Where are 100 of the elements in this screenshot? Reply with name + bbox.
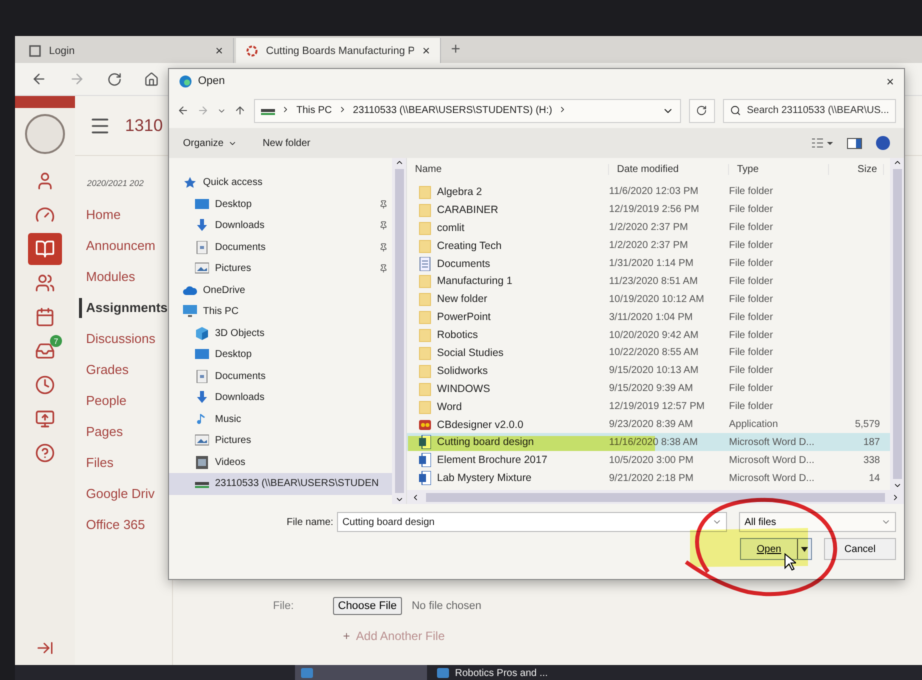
type-cell-text: File folder bbox=[729, 276, 774, 287]
folder-tree-item[interactable]: Documents bbox=[169, 236, 392, 258]
file-row[interactable]: Word 12/19/2019 12:57 PM File folder bbox=[407, 398, 890, 416]
file-row[interactable]: comlit 1/2/2020 2:37 PM File folder bbox=[407, 218, 890, 237]
file-row[interactable]: CBdesigner v2.0.0 9/23/2020 8:39 AM Application 5,579 bbox=[407, 416, 890, 434]
file-row[interactable]: Element Brochure 2017 10/5/2020 3:00 PM Microsoft Word D... 338 bbox=[407, 451, 890, 470]
course-nav-link[interactable]: Files bbox=[79, 453, 172, 473]
file-row[interactable]: Social Studies 10/22/2020 8:55 AM File folder bbox=[407, 344, 890, 362]
folder-tree-item[interactable]: Downloads bbox=[169, 387, 392, 408]
taskbar-item[interactable]: Robotics Pros and ... bbox=[431, 665, 563, 680]
scroll-up-icon[interactable] bbox=[394, 158, 404, 167]
course-nav-link[interactable]: Office 365 bbox=[79, 515, 172, 535]
folder-tree-item[interactable]: 23110533 (\\BEAR\USERS\STUDEN bbox=[169, 473, 392, 494]
course-nav-link[interactable]: Announcem bbox=[79, 236, 172, 256]
organize-menu[interactable]: Organize bbox=[183, 138, 237, 148]
search-field[interactable]: Search 23110533 (\\BEAR\US... bbox=[722, 98, 896, 122]
file-row[interactable]: Creating Tech 1/2/2020 2:37 PM File folder bbox=[407, 236, 890, 255]
course-nav-link[interactable]: Home bbox=[79, 205, 172, 225]
browser-logo-icon bbox=[179, 74, 192, 88]
course-nav-link[interactable]: Discussions bbox=[79, 329, 172, 349]
refresh-button[interactable] bbox=[688, 98, 715, 122]
brand-bar bbox=[15, 96, 75, 108]
refresh-icon[interactable] bbox=[107, 72, 122, 86]
horizontal-scrollbar[interactable] bbox=[407, 490, 904, 504]
folder-tree-item[interactable]: Desktop bbox=[169, 344, 392, 366]
preview-pane-icon[interactable] bbox=[847, 138, 862, 148]
choose-file-button[interactable]: Choose File bbox=[333, 597, 402, 615]
course-nav-link[interactable]: Grades bbox=[79, 360, 172, 380]
file-name: Documents bbox=[437, 258, 490, 270]
scroll-right-icon[interactable] bbox=[891, 492, 900, 502]
folder-tree-item[interactable]: Pictures bbox=[169, 258, 392, 280]
scrollbar[interactable] bbox=[890, 158, 904, 490]
close-button[interactable]: × bbox=[886, 74, 894, 88]
scroll-left-icon[interactable] bbox=[411, 492, 420, 502]
expand-icon[interactable] bbox=[36, 639, 54, 657]
address-bar[interactable]: This PC 23110533 (\\BEAR\USERS\STUDENTS) (H:) bbox=[254, 98, 681, 122]
file-row[interactable]: PowerPoint 3/11/2020 1:04 PM File folder bbox=[407, 308, 890, 326]
course-nav-link[interactable]: Google Driv bbox=[79, 484, 172, 504]
folder-tree-item[interactable]: Desktop bbox=[169, 194, 392, 215]
browser-tab[interactable]: Cutting Boards Manufacturing P × bbox=[236, 38, 441, 63]
date-cell-text: 11/6/2020 12:03 PM bbox=[609, 186, 700, 198]
help-icon bbox=[35, 443, 55, 463]
file-row[interactable]: Solidworks 9/15/2020 10:13 AM File folder bbox=[407, 362, 890, 380]
back-icon[interactable] bbox=[177, 104, 190, 117]
scrollbar[interactable] bbox=[392, 158, 406, 504]
help-icon[interactable] bbox=[876, 136, 890, 150]
column-header[interactable]: Name bbox=[407, 164, 609, 174]
folder-tree-item[interactable]: Documents bbox=[169, 366, 392, 387]
folder-tree-item[interactable]: Videos bbox=[169, 452, 392, 473]
column-header[interactable]: Size bbox=[829, 164, 884, 174]
nav-button[interactable] bbox=[28, 233, 62, 265]
cube-icon bbox=[195, 326, 209, 340]
folder-tree-item[interactable]: OneDrive bbox=[169, 280, 392, 301]
file-row[interactable]: Robotics 10/20/2020 9:42 AM File folder bbox=[407, 326, 890, 344]
file-row[interactable]: Manufacturing 1 11/23/2020 8:51 AM File folder bbox=[407, 272, 890, 290]
file-name-field[interactable]: Cutting board design bbox=[337, 512, 728, 532]
close-icon[interactable]: × bbox=[215, 43, 223, 58]
folder-tree-item[interactable]: Pictures bbox=[169, 430, 392, 452]
up-icon[interactable] bbox=[234, 104, 246, 117]
file-row[interactable]: New folder 10/19/2020 10:12 AM File folder bbox=[407, 290, 890, 308]
file-row[interactable]: Lab Mystery Mixture 9/21/2020 2:18 PM Microsoft Word D... 14 bbox=[407, 469, 890, 488]
breadcrumb[interactable]: This PC bbox=[296, 105, 332, 116]
breadcrumb[interactable]: 23110533 (\\BEAR\USERS\STUDENTS) (H:) bbox=[352, 105, 552, 116]
file-label: File: bbox=[273, 600, 295, 612]
open-button[interactable]: Open bbox=[740, 538, 812, 560]
course-nav-link[interactable]: Pages bbox=[79, 422, 172, 442]
column-header[interactable]: Type bbox=[729, 164, 829, 174]
home-icon[interactable] bbox=[144, 72, 159, 86]
word-document-icon bbox=[419, 435, 431, 450]
back-icon[interactable] bbox=[31, 71, 47, 87]
course-nav-link[interactable]: People bbox=[79, 391, 172, 411]
folder-icon bbox=[419, 292, 431, 306]
folder-tree-item[interactable]: 3D Objects bbox=[169, 322, 392, 344]
file-row[interactable]: WINDOWS 9/15/2020 9:39 AM File folder bbox=[407, 380, 890, 398]
folder-tree-item[interactable]: Music bbox=[169, 408, 392, 430]
folder-tree-item[interactable]: Downloads bbox=[169, 215, 392, 236]
file-type-dropdown[interactable]: All files bbox=[739, 512, 896, 532]
column-header[interactable]: Date modified bbox=[609, 164, 729, 174]
folder-tree-item[interactable]: This PC bbox=[169, 301, 392, 322]
scroll-down-icon[interactable] bbox=[394, 495, 404, 504]
scroll-up-icon[interactable] bbox=[892, 158, 902, 167]
cancel-button[interactable]: Cancel bbox=[824, 538, 896, 560]
scroll-down-icon[interactable] bbox=[892, 481, 902, 490]
refresh-icon bbox=[696, 105, 708, 116]
file-name: Solidworks bbox=[437, 364, 488, 377]
mouse-cursor-icon bbox=[784, 553, 796, 571]
close-icon[interactable]: × bbox=[422, 43, 430, 58]
date-cell-text: 1/2/2020 2:37 PM bbox=[609, 240, 689, 252]
view-options-icon[interactable] bbox=[811, 137, 833, 149]
file-row[interactable]: Documents 1/31/2020 1:14 PM File folder bbox=[407, 254, 890, 272]
caret-icon[interactable] bbox=[801, 546, 808, 552]
new-tab-button[interactable]: + bbox=[443, 40, 468, 58]
add-file-link[interactable]: + Add Another File bbox=[343, 629, 922, 643]
folder-tree-item[interactable]: Quick access bbox=[169, 172, 392, 194]
file-row[interactable]: CARABINER 12/19/2019 2:56 PM File folder bbox=[407, 200, 890, 219]
file-name: CARABINER bbox=[437, 204, 498, 216]
course-nav-link[interactable]: Modules bbox=[79, 267, 172, 287]
file-row[interactable]: Algebra 2 11/6/2020 12:03 PM File folder bbox=[407, 183, 890, 201]
new-folder-button[interactable]: New folder bbox=[262, 138, 310, 148]
nav-button[interactable]: 7 bbox=[28, 335, 62, 367]
